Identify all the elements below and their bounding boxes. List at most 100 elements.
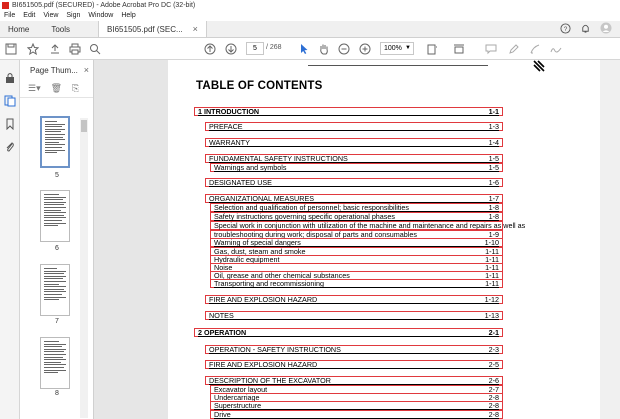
notification-bell-icon[interactable]: [580, 23, 591, 36]
page-thumbnails-panel: Page Thum... × ☰▾ 🗑 ⎘ 5 6 7 8: [20, 60, 94, 419]
attachment-icon[interactable]: [4, 140, 16, 152]
toc-entry-link[interactable]: 1 INTRODUCTION 1-1: [194, 107, 503, 116]
zoom-level-select[interactable]: 100% ▼: [380, 42, 414, 55]
bookmark-star-icon[interactable]: [26, 42, 40, 56]
toc-entry-text: Safety instructions governing specific o…: [214, 212, 395, 221]
tab-document[interactable]: BI651505.pdf (SEC... ×: [98, 21, 207, 37]
toc-entry-link[interactable]: Warnings and symbols 1-5: [210, 163, 503, 172]
page-fit-icon[interactable]: [425, 42, 439, 56]
toc-entry-text: Excavator layout: [214, 385, 268, 394]
close-tab-icon[interactable]: ×: [193, 24, 198, 34]
close-panel-icon[interactable]: ×: [84, 65, 89, 75]
toc-entry-link[interactable]: PREFACE 1-3: [205, 122, 503, 131]
toc-entry-text: Noise: [214, 263, 233, 272]
thumbnail-page-5[interactable]: [40, 116, 70, 168]
search-icon[interactable]: [88, 42, 102, 56]
toc-entry-link[interactable]: WARRANTY 1-4: [205, 138, 503, 147]
thumbnails-scrollbar[interactable]: [80, 118, 88, 418]
thumbnail-page-6[interactable]: [40, 190, 70, 242]
scroll-mode-icon[interactable]: [452, 42, 466, 56]
toolbar: 5 / 268 100% ▼: [0, 38, 620, 60]
toc-entry-link[interactable]: Transporting and recommissioning 1-11: [210, 279, 503, 288]
rotate-page-icon[interactable]: ⎘: [72, 83, 79, 94]
toc-entry-link[interactable]: FUNDAMENTAL SAFETY INSTRUCTIONS 1-5: [205, 154, 503, 163]
document-viewport: TABLE OF CONTENTS 1 INTRODUCTION 1-1 PREFA…: [94, 60, 600, 419]
toc-leader-line: [209, 130, 499, 131]
toc-entry-link[interactable]: FIRE AND EXPLOSION HAZARD 2-5: [205, 360, 503, 369]
toc-entry-text: NOTES: [209, 311, 234, 320]
toc-leader-line: [209, 319, 499, 320]
toc-entry-link[interactable]: ORGANIZATIONAL MEASURES 1-7: [205, 194, 503, 203]
tab-bar: Home Tools BI651505.pdf (SEC... × ?: [0, 21, 620, 38]
toc-entry-link[interactable]: Warning of special dangers 1-10: [210, 238, 503, 247]
highlight-pen-icon[interactable]: [507, 42, 521, 56]
upload-icon[interactable]: [48, 42, 62, 56]
toc-entry-text: FIRE AND EXPLOSION HAZARD: [209, 360, 318, 369]
sign-icon[interactable]: [549, 42, 563, 56]
tab-tools-label: Tools: [51, 24, 71, 34]
help-icon[interactable]: ?: [560, 22, 571, 36]
toc-entry-link[interactable]: DESCRIPTION OF THE EXCAVATOR 2-6: [205, 376, 503, 385]
toc-entry-link[interactable]: FIRE AND EXPLOSION HAZARD 1-12: [205, 295, 503, 304]
toc-entry-page: 2-5: [488, 360, 499, 369]
select-cursor-icon[interactable]: [297, 42, 311, 56]
lock-icon[interactable]: [4, 71, 16, 83]
user-avatar-icon[interactable]: [600, 22, 612, 36]
toc-entry-link[interactable]: Superstructure 2-8: [210, 401, 503, 410]
toc-entry-link[interactable]: NOTES 1-13: [205, 311, 503, 320]
hand-tool-icon[interactable]: [317, 42, 331, 56]
tab-tools[interactable]: Tools: [43, 21, 78, 37]
toc-entry-link[interactable]: Selection and qualification of personnel…: [210, 203, 503, 212]
page-number-input[interactable]: 5: [246, 42, 264, 55]
page-thumbnails-icon[interactable]: [4, 94, 16, 107]
comment-icon[interactable]: [484, 42, 498, 56]
next-page-icon[interactable]: [224, 42, 238, 56]
zoom-in-icon[interactable]: [358, 42, 372, 56]
menu-sign[interactable]: Sign: [62, 12, 84, 19]
thumbnail-page-7[interactable]: [40, 264, 70, 316]
tab-home[interactable]: Home: [0, 21, 37, 37]
toc-leader-line: [198, 115, 499, 116]
tab-home-label: Home: [8, 24, 30, 34]
left-navigation-rail: [0, 60, 20, 419]
toc-entry-text: DESCRIPTION OF THE EXCAVATOR: [209, 376, 331, 385]
toc-entry-link[interactable]: Drive 2-8: [210, 410, 503, 419]
scrollbar-thumb[interactable]: [81, 120, 87, 132]
save-icon[interactable]: [4, 42, 18, 56]
menu-bar: File Edit View Sign Window Help: [0, 10, 620, 21]
thumbnail-page-8[interactable]: [40, 337, 70, 389]
zoom-out-icon[interactable]: [337, 42, 351, 56]
previous-page-icon[interactable]: [203, 42, 217, 56]
toc-entry-page: 2-6: [488, 376, 499, 385]
toc-entry-link[interactable]: Special work in conjunction with utiliza…: [210, 221, 525, 230]
thumbnail-options-icon[interactable]: ☰▾: [28, 83, 41, 94]
toc-leader-line: [198, 336, 499, 337]
print-icon[interactable]: [68, 42, 82, 56]
toc-entry-link[interactable]: Safety instructions governing specific o…: [210, 212, 503, 221]
menu-file[interactable]: File: [0, 12, 19, 19]
toc-entry-page: 1-7: [488, 194, 499, 203]
menu-help[interactable]: Help: [117, 12, 139, 19]
toc-entry-link[interactable]: 2 OPERATION 2-1: [194, 328, 503, 337]
toc-leader-line: [214, 171, 499, 172]
thumbnails-header: Page Thum... ×: [20, 60, 93, 80]
toc-entry-page: 1-8: [488, 212, 499, 221]
document-scrollbar[interactable]: [600, 60, 620, 419]
toc-entry-link[interactable]: DESIGNATED USE 1-6: [205, 178, 503, 187]
toc-entry-text: FUNDAMENTAL SAFETY INSTRUCTIONS: [209, 154, 348, 163]
delete-page-icon[interactable]: 🗑: [51, 83, 62, 94]
toc-entry-text: PREFACE: [209, 122, 243, 131]
menu-window[interactable]: Window: [84, 12, 117, 19]
toc-entry-link[interactable]: OPERATION - SAFETY INSTRUCTIONS 2-3: [205, 345, 503, 354]
menu-edit[interactable]: Edit: [19, 12, 39, 19]
toc-entry-page: 1-8: [488, 203, 499, 212]
toc-entry-text: 1 INTRODUCTION: [198, 107, 260, 116]
menu-view[interactable]: View: [39, 12, 62, 19]
title-bar: BI651505.pdf (SECURED) - Adobe Acrobat P…: [0, 0, 620, 10]
draw-icon[interactable]: [528, 42, 542, 56]
toc-leader-line: [209, 146, 499, 147]
toc-entry-page: 2-8: [488, 410, 499, 419]
acrobat-app-icon: [2, 1, 9, 9]
bookmarks-icon[interactable]: [4, 117, 16, 131]
toc-entry-text: Oil, grease and other chemical substance…: [214, 271, 350, 280]
